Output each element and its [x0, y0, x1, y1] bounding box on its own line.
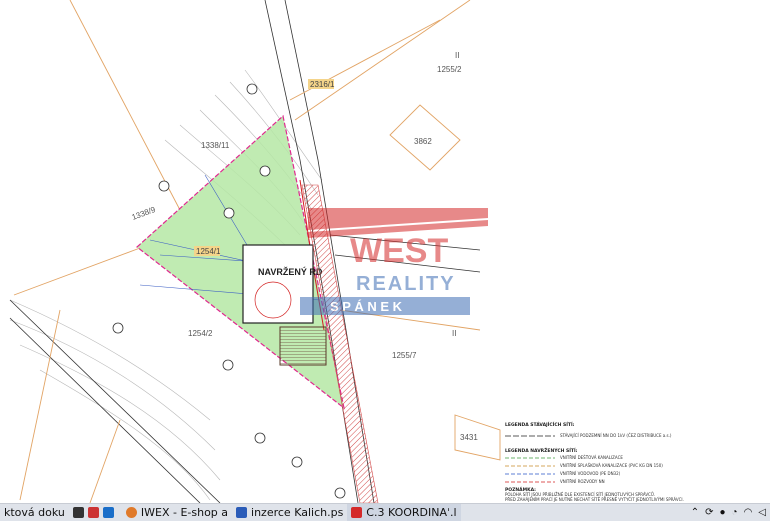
legend-note-1: PŘED ZAHÁJENÍM PRACÍ JE NUTNÉ NECHAT SÍT…	[505, 497, 684, 502]
parcel-1255-7: 1255/7	[392, 351, 417, 360]
parcel-2316-1: 2316/1	[310, 80, 335, 89]
network-icon[interactable]: ◔	[732, 507, 738, 518]
legend-proposed-item-1: VNITŘNÍ SPLAŠKOVÁ KANALIZACE (PVC KG DN …	[560, 463, 663, 468]
app-icon-1[interactable]	[72, 507, 84, 518]
parcel-1254-1: 1254/1	[196, 247, 221, 256]
taskbar-item-inzerce-label: inzerce Kalich.ps	[251, 506, 344, 519]
wifi-icon[interactable]: ◠	[744, 507, 753, 518]
shield-icon[interactable]: ●	[719, 507, 725, 518]
parcel-1255-2: 1255/2	[437, 65, 462, 74]
parcel-3431: 3431	[460, 433, 478, 442]
parcel-1338-9: 1338/9	[131, 205, 158, 222]
legend-existing-item-0: STÁVAJÍCÍ PODZEMNÍ NN DO 1kV (ČEZ DISTRI…	[560, 433, 672, 438]
pdf-icon	[351, 507, 363, 518]
watermark-reality: REALITY	[356, 273, 456, 295]
legend-proposed-item-2: VNITŘNÍ VODOVOD (PE DN32)	[560, 471, 621, 476]
site-plan-map: NAVRŽENÝ RD 2316/1 1255/2 3862 1338/11 1…	[9, 0, 684, 503]
watermark-west: WEST	[350, 232, 448, 270]
legend-proposed-title: LEGENDA NAVRŽENÝCH SÍTÍ:	[505, 446, 578, 454]
browser-icon	[125, 507, 137, 518]
legend-proposed-item-3: VNITŘNÍ ROZVODY NN	[560, 479, 605, 484]
taskbar-pinned-icons[interactable]	[69, 504, 122, 521]
parcel-1254-2: 1254/2	[188, 329, 213, 338]
taskbar-item-iwex-label: IWEX - E-shop a	[140, 506, 229, 519]
app-tray-icon[interactable]: ⟳	[705, 507, 713, 518]
legend-proposed-item-0: VNITŘNÍ DEŠŤOVÁ KANALIZACE	[560, 455, 623, 460]
chevron-up-icon[interactable]: ⌃	[691, 507, 699, 518]
taskbar-item-document-label: ktová doku	[4, 506, 65, 519]
legend: LEGENDA STÁVAJÍCÍCH SÍTÍ: STÁVAJÍCÍ PODZ…	[505, 420, 684, 502]
speaker-icon[interactable]: ◁	[758, 507, 766, 518]
parcel-1338-11: 1338/11	[201, 141, 230, 150]
legend-existing-title: LEGENDA STÁVAJÍCÍCH SÍTÍ:	[505, 420, 575, 428]
house-label: NAVRŽENÝ RD	[258, 266, 323, 277]
roman-numeral-mid: II	[452, 329, 456, 338]
taskbar-item-koordinace[interactable]: C.3 KOORDINAˈ.l	[347, 504, 461, 521]
parcel-3862: 3862	[414, 137, 432, 146]
roman-numeral-top: II	[455, 51, 459, 60]
system-tray: ⌃ ⟳ ● ◔ ◠ ◁	[691, 507, 770, 518]
word-icon	[236, 507, 248, 518]
taskbar: ktová doku IWEX - E-shop a inzerce Kalic…	[0, 503, 770, 521]
outlook-icon[interactable]	[102, 507, 114, 518]
taskbar-item-iwex[interactable]: IWEX - E-shop a	[122, 504, 232, 521]
taskbar-item-inzerce[interactable]: inzerce Kalich.ps	[232, 504, 347, 521]
watermark-spanek: S P Á N E K	[330, 299, 403, 314]
app-icon-2[interactable]	[87, 507, 99, 518]
taskbar-item-koordinace-label: C.3 KOORDINAˈ.l	[366, 506, 457, 519]
taskbar-item-document[interactable]: ktová doku	[0, 504, 69, 521]
